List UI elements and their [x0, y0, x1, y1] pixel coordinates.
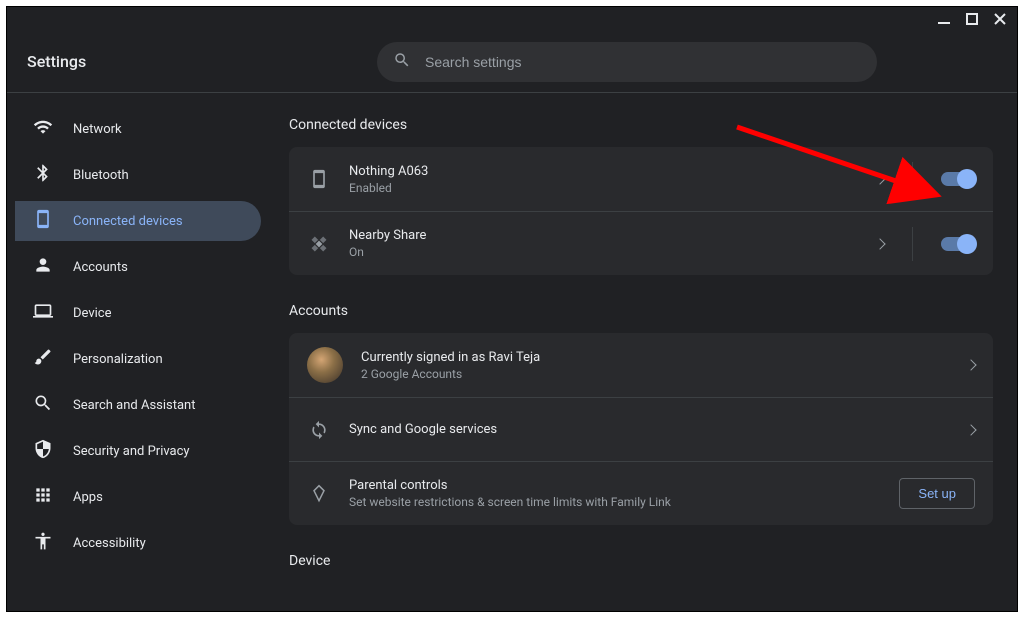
sidebar-item-label: Search and Assistant	[73, 398, 196, 413]
sidebar-item-label: Network	[73, 122, 122, 137]
search-input[interactable]	[425, 54, 861, 70]
device-icon	[33, 209, 53, 233]
laptop-icon	[33, 301, 53, 325]
chevron-right-icon	[965, 424, 976, 435]
window-titlebar	[7, 7, 1017, 31]
row-sync-title: Sync and Google services	[349, 422, 949, 437]
sidebar-item-apps[interactable]: Apps	[15, 477, 261, 517]
row-signed-in[interactable]: Currently signed in as Ravi Teja 2 Googl…	[289, 333, 993, 397]
section-heading-accounts: Accounts	[289, 303, 993, 319]
row-phone[interactable]: Nothing A063 Enabled	[289, 147, 993, 211]
sidebar-item-search-assistant[interactable]: Search and Assistant	[15, 385, 261, 425]
sidebar-item-device[interactable]: Device	[15, 293, 261, 333]
app-header: Settings	[7, 31, 1017, 93]
search-icon	[393, 51, 411, 73]
chevron-right-icon	[874, 238, 885, 249]
minimize-button[interactable]	[937, 12, 951, 26]
connected-devices-card: Nothing A063 Enabled Nearby Share On	[289, 147, 993, 275]
sidebar-item-label: Device	[73, 306, 112, 321]
bluetooth-icon	[33, 163, 53, 187]
row-signed-in-text: Currently signed in as Ravi Teja 2 Googl…	[361, 350, 949, 381]
close-button[interactable]	[993, 12, 1007, 26]
sidebar: Network Bluetooth Connected devices Acco…	[7, 93, 261, 611]
nearby-share-toggle[interactable]	[941, 237, 975, 251]
sidebar-item-label: Accessibility	[73, 536, 146, 551]
sidebar-item-network[interactable]: Network	[15, 109, 261, 149]
brush-icon	[33, 347, 53, 371]
sidebar-item-connected-devices[interactable]: Connected devices	[15, 201, 261, 241]
sidebar-item-label: Personalization	[73, 352, 163, 367]
row-sync[interactable]: Sync and Google services	[289, 397, 993, 461]
row-parental: Parental controls Set website restrictio…	[289, 461, 993, 525]
sidebar-item-label: Apps	[73, 490, 103, 505]
maximize-button[interactable]	[965, 12, 979, 26]
wifi-icon	[33, 117, 53, 141]
main-content: Connected devices Nothing A063 Enabled N…	[261, 93, 1017, 611]
row-nearby-share[interactable]: Nearby Share On	[289, 211, 993, 275]
row-parental-text: Parental controls Set website restrictio…	[349, 478, 881, 509]
search-icon	[33, 393, 53, 417]
chevron-right-icon	[965, 359, 976, 370]
shield-icon	[33, 439, 53, 463]
row-phone-text: Nothing A063 Enabled	[349, 164, 858, 195]
nearby-share-icon	[307, 232, 331, 256]
sidebar-item-security-privacy[interactable]: Security and Privacy	[15, 431, 261, 471]
sidebar-item-label: Security and Privacy	[73, 444, 190, 459]
row-divider	[912, 162, 913, 196]
settings-window: Settings Network Bluetooth Connected dev…	[6, 6, 1018, 612]
sidebar-item-personalization[interactable]: Personalization	[15, 339, 261, 379]
phone-toggle[interactable]	[941, 172, 975, 186]
sidebar-item-bluetooth[interactable]: Bluetooth	[15, 155, 261, 195]
sidebar-item-accessibility[interactable]: Accessibility	[15, 523, 261, 563]
sidebar-item-label: Connected devices	[73, 214, 183, 229]
phone-icon	[307, 167, 331, 191]
app-body: Network Bluetooth Connected devices Acco…	[7, 93, 1017, 611]
row-parental-sub: Set website restrictions & screen time l…	[349, 495, 881, 509]
page-title: Settings	[27, 52, 277, 71]
sidebar-item-label: Bluetooth	[73, 168, 129, 183]
row-divider	[912, 227, 913, 261]
row-nearby-title: Nearby Share	[349, 228, 858, 243]
row-signed-in-title: Currently signed in as Ravi Teja	[361, 350, 949, 365]
accessibility-icon	[33, 531, 53, 555]
row-phone-sub: Enabled	[349, 181, 858, 195]
section-heading-connected: Connected devices	[289, 117, 993, 133]
accounts-card: Currently signed in as Ravi Teja 2 Googl…	[289, 333, 993, 525]
search-box[interactable]	[377, 42, 877, 82]
row-nearby-sub: On	[349, 245, 858, 259]
sync-icon	[307, 418, 331, 442]
apps-icon	[33, 485, 53, 509]
section-heading-device: Device	[289, 553, 993, 569]
row-phone-title: Nothing A063	[349, 164, 858, 179]
sidebar-item-accounts[interactable]: Accounts	[15, 247, 261, 287]
row-signed-in-sub: 2 Google Accounts	[361, 367, 949, 381]
kite-icon	[307, 482, 331, 506]
sidebar-item-label: Accounts	[73, 260, 128, 275]
chevron-right-icon	[874, 173, 885, 184]
parental-setup-button[interactable]: Set up	[899, 478, 975, 509]
row-sync-text: Sync and Google services	[349, 422, 949, 437]
avatar	[307, 347, 343, 383]
row-parental-title: Parental controls	[349, 478, 881, 493]
row-nearby-text: Nearby Share On	[349, 228, 858, 259]
person-icon	[33, 255, 53, 279]
